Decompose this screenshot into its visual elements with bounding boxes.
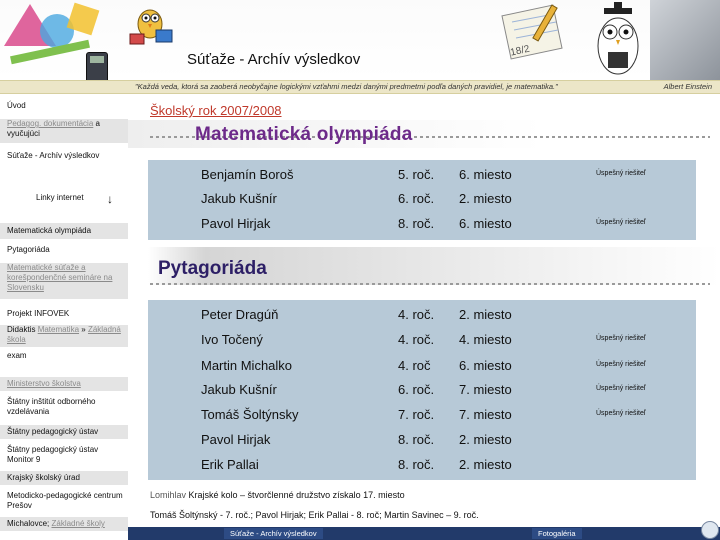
student-place: 6. miesto [459,358,512,373]
student-note: Úspešný riešiteľ [596,410,646,417]
pyta-banner-dots [150,283,710,285]
sidebar-item-statny-monitor[interactable]: Štátny pedagogický ústav Monitor 9 [0,445,128,465]
home-icon[interactable] [701,521,719,539]
sidebar-item-krajsky[interactable]: Krajský školský úrad [0,471,128,485]
student-place: 2. miesto [459,191,512,206]
student-place: 7. miesto [459,382,512,397]
bird-with-book-icon [129,9,173,45]
table-row: Tomáš Šoltýnsky 7. roč. 7. miesto Úspešn… [148,407,696,431]
student-grade: 4. roč. [398,332,435,347]
calculator-icon [86,52,108,80]
student-name: Peter Dragúň [201,307,279,322]
student-grade: 6. roč. [398,382,435,397]
sidebar-item-pytagoriada[interactable]: Pytagoriáda [0,245,128,255]
student-name: Jakub Kušnír [201,191,277,206]
sidebar-item-didaktis: Didaktis Matematika » Základná škola [0,325,128,347]
student-name: Erik Pallai [201,457,259,472]
student-note: Úspešný riešiteľ [596,361,646,368]
student-place: 2. miesto [459,457,512,472]
motto-text: "Každá veda, ktorá sa zaoberá neobyčajne… [135,82,558,91]
student-place: 7. miesto [459,407,512,422]
home-archive-button[interactable]: Súťaže - Archív výsledkov [224,528,323,539]
pyta-results-table: Peter Dragúň 4. roč. 2. miesto Ivo Točen… [148,300,696,480]
table-row: Jakub Kušnír 6. roč. 7. miesto Úspešný r… [148,382,696,406]
table-row: Jakub Kušnír 6. roč. 2. miesto [148,191,696,215]
arrow-down-icon: ↓ [107,192,113,206]
lomihlav-link[interactable]: Lomihlav [150,490,186,500]
sidebar-item-projekt[interactable]: Projekt INFOVEK [0,309,128,319]
student-note: Úspešný riešiteľ [596,335,646,342]
table-row: Benjamín Boroš 5. roč. 6. miesto Úspešný… [148,167,696,191]
student-name: Tomáš Šoltýnsky [201,407,299,422]
table-row: Martin Michalko 4. roč 6. miesto Úspešný… [148,358,696,382]
motto-bar: "Každá veda, ktorá sa zaoberá neobyčajne… [0,80,720,94]
lomihlav-text: Krajské kolo – štvorčlenné družstvo získ… [186,490,405,500]
sidebar-item-statny-ped[interactable]: Štátny pedagogický ústav [0,425,128,439]
didaktis-prefix: Didaktis [7,325,36,334]
sidebar-item-uvod[interactable]: Úvod [0,101,128,111]
bottom-bar [128,527,720,540]
student-place: 4. miesto [459,332,512,347]
sidebar-item-statny-institut[interactable]: Štátny inštitút odborného vzdelávania [0,397,128,417]
einstein-portrait [650,0,720,80]
lomihlav-note: Lomihlav Krajské kolo – štvorčlenné druž… [150,490,405,500]
motto-author: Albert Einstein [663,82,712,91]
didaktis-link[interactable]: Matematika [38,325,79,334]
sidebar-item-michalovce: Michalovce; Základné školy [0,517,128,531]
sidebar-item-mat-olympiada[interactable]: Matematická olympiáda [0,223,128,239]
student-grade: 4. roč [398,358,431,373]
student-grade: 5. roč. [398,167,435,182]
student-place: 6. miesto [459,167,512,182]
mo-results-table: Benjamín Boroš 5. roč. 6. miesto Úspešný… [148,160,696,240]
header: Súťaže - Archív výsledkov 18/2 [0,0,720,80]
table-row: Peter Dragúň 4. roč. 2. miesto [148,307,696,331]
student-grade: 7. roč. [398,407,435,422]
student-name: Benjamín Boroš [201,167,294,182]
table-row: Ivo Točený 4. roč. 4. miesto Úspešný rie… [148,332,696,356]
student-grade: 8. roč. [398,216,435,231]
student-name: Martin Michalko [201,358,293,373]
student-grade: 8. roč. [398,457,435,472]
student-grade: 4. roč. [398,307,435,322]
student-name: Pavol Hirjak [201,216,271,231]
student-place: 6. miesto [459,216,512,231]
student-note: Úspešný riešiteľ [596,170,646,177]
student-place: 2. miesto [459,432,512,447]
student-grade: 6. roč. [398,191,435,206]
michalovce-prefix: Michalovce; [7,519,50,528]
student-grade: 8. roč. [398,432,435,447]
student-note: Úspešný riešiteľ [596,219,646,226]
school-year-heading[interactable]: Školský rok 2007/2008 [150,103,282,118]
notebook-pencil-icon: 18/2 [501,4,563,60]
didaktis-suffix: » [81,325,86,334]
student-note: Úspešný riešiteľ [596,385,646,392]
student-name: Pavol Hirjak [201,432,271,447]
pyta-title: Pytagoriáda [158,258,267,279]
team-note: Tomáš Šoltýnský - 7. roč.; Pavol Hirjak;… [150,510,479,520]
sidebar: Úvod Pedagog. dokumentácia a vyučujúci S… [0,95,128,540]
site-title: Súťaže - Archív výsledkov [187,51,361,68]
sidebar-item-sutaze[interactable]: Súťaže - Archív výsledkov [0,151,128,161]
table-row: Pavol Hirjak 8. roč. 6. miesto Úspešný r… [148,216,696,240]
sidebar-item-exam[interactable]: exam [0,351,128,361]
michalovce-link[interactable]: Základné školy [51,519,104,528]
sidebar-item-pedagog: Pedagog. dokumentácia a vyučujúci [0,119,128,143]
student-name: Ivo Točený [201,332,263,347]
owl-professor-icon [597,2,639,75]
mo-title: Matematická olympiáda [195,124,413,145]
gallery-button[interactable]: Fotogaléria [532,528,582,539]
pedagog-link[interactable]: Pedagog. dokumentácia [7,119,93,128]
sidebar-item-ministerstvo[interactable]: Ministerstvo školstva [0,377,128,391]
table-row: Pavol Hirjak 8. roč. 2. miesto [148,432,696,456]
student-name: Jakub Kušnír [201,382,277,397]
student-place: 2. miesto [459,307,512,322]
sidebar-item-metodicko[interactable]: Metodicko-pedagogické centrum Prešov [0,491,128,511]
sidebar-item-mat-sutaze[interactable]: Matematické súťaže a korešpondenčné semi… [0,263,128,299]
table-row: Erik Pallai 8. roč. 2. miesto [148,457,696,481]
